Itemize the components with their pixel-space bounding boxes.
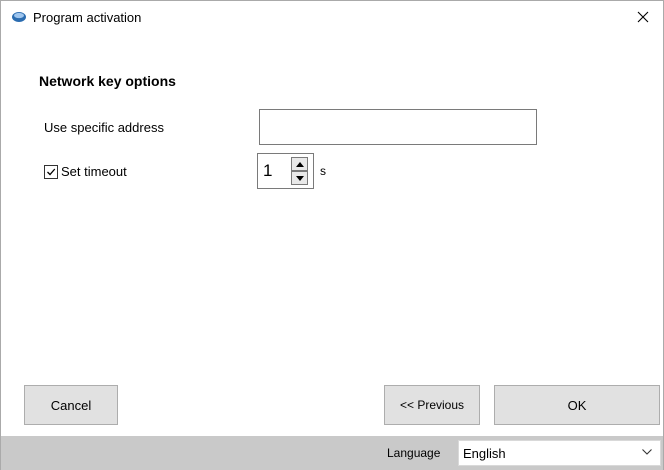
spinner-down-button[interactable] <box>291 171 308 185</box>
arrow-up-icon <box>295 161 304 167</box>
ok-button[interactable]: OK <box>494 385 660 425</box>
window-title: Program activation <box>33 10 142 25</box>
address-label: Use specific address <box>44 120 164 135</box>
close-button[interactable] <box>623 1 663 33</box>
language-selected-value: English <box>463 445 506 461</box>
timeout-checkbox[interactable] <box>44 164 58 179</box>
section-title: Network key options <box>39 73 176 89</box>
timeout-label: Set timeout <box>61 164 127 179</box>
previous-button[interactable]: << Previous <box>384 385 480 425</box>
close-icon <box>637 11 649 23</box>
cancel-button[interactable]: Cancel <box>24 385 118 425</box>
status-bar: Language English <box>1 436 663 470</box>
timeout-value[interactable]: 1 <box>263 161 272 181</box>
timeout-checkbox-row[interactable]: Set timeout <box>44 164 127 179</box>
address-input[interactable] <box>259 109 537 145</box>
checkmark-icon <box>47 168 56 175</box>
timeout-unit: s <box>320 164 326 178</box>
title-bar: Program activation <box>1 1 663 33</box>
program-activation-window: Program activation Network key options U… <box>0 0 664 470</box>
chevron-down-icon <box>642 449 652 455</box>
language-select[interactable]: English <box>458 440 661 466</box>
language-label: Language <box>387 446 441 460</box>
timeout-spinner[interactable]: 1 <box>257 153 314 189</box>
app-icon <box>11 11 27 23</box>
arrow-down-icon <box>295 175 304 181</box>
spinner-up-button[interactable] <box>291 157 308 171</box>
